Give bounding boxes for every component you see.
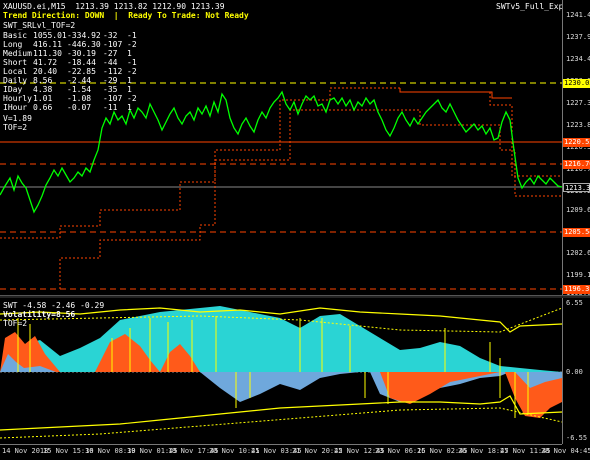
stats-row: Local 20.40 -22.85 -112 -2 [3,67,173,76]
stats-row: Hourly 1.01 -1.08 -107 -2 [3,94,173,103]
stats-cell-d: 1 [127,49,132,58]
stats-row: Medium 111.30 -30.19 -27 1 [3,49,173,58]
stats-cell-d: -1 [127,58,137,67]
stats-cell-b: -1.54 [67,85,92,94]
ready-label: Ready To Trade: [128,11,201,20]
trend-status-line: Trend Direction: DOWN | Ready To Trade: … [3,11,249,20]
stats-cell-b: -18.44 [67,58,96,67]
price-tick-label: 1199.15 [566,271,590,279]
stats-cell-name: Basic [3,31,28,40]
indicator-svg [0,306,563,439]
stats-cell-d: -1 [127,31,137,40]
stats-cell-a: 20.40 [33,67,58,76]
stats-cell-name: Daily [3,76,28,85]
price-level-tag: 1196.31 [563,285,590,294]
stats-cell-name: Local [3,67,28,76]
v-value: V=1.89 [3,114,32,123]
stats-cell-c: -29 [103,76,118,85]
mt4-chart-window: XAUUSD.ei,M15 1213.39 1213.82 1212.90 12… [0,0,590,459]
time-axis-label: 14 Nov 2018 [2,447,49,455]
indicator-title: SWT -4.58 -2.46 -0.29 [3,301,105,310]
stats-cell-c: -27 [103,49,118,58]
stats-cell-b: -0.07 [67,103,92,112]
stats-cell-d: 1 [127,85,132,94]
resistance-step-line [399,88,512,99]
stats-cell-d: -2 [127,40,137,49]
price-tick-label: 1209.60 [566,206,590,214]
stats-cell-d: 1 [127,103,132,112]
cyan-area [0,306,562,372]
volatility-label: Volatility=8.56 [3,310,76,319]
status-separator: | [113,11,119,20]
swt-indicator-panel[interactable]: SWT -4.58 -2.46 -0.29 Volatility=8.56 TO… [0,298,563,444]
stats-cell-c: -35 [103,85,118,94]
stats-cell-a: 41.72 [33,58,58,67]
lower-envelope [0,395,563,431]
stats-cell-a: 1.01 [33,94,53,103]
stats-cell-a: 416.11 [33,40,62,49]
price-tick-label: 1237.90 [566,33,590,41]
stats-cell-b: -30.19 [67,49,96,58]
symbol-info: XAUUSD.ei,M15 1213.39 1213.82 1212.90 12… [3,2,225,11]
stats-cell-name: IHour [3,103,28,112]
price-tick-label: 1202.65 [566,249,590,257]
stats-cell-c: -112 [103,67,123,76]
price-chart[interactable]: XAUUSD.ei,M15 1213.39 1213.82 1212.90 12… [0,0,573,295]
blue-area-2 [200,372,360,402]
indicator-name: SWT_SRLvl_TOF=2 [3,21,76,30]
price-tick-label: 1234.40 [566,55,590,63]
stats-cell-b: -2.44 [67,76,92,85]
stats-cell-name: Medium [3,49,32,58]
stats-row: IDay 4.38 -1.54 -35 1 [3,85,173,94]
stats-cell-b: -446.30 [67,40,101,49]
stats-cell-name: Short [3,58,28,67]
stats-row: IHour 0.66 -0.07 -11 1 [3,103,173,112]
tof-value: TOF=2 [3,123,28,132]
trend-value: DOWN [84,11,105,20]
indicator-axis-zero: 0.00 [566,368,583,376]
price-level-tag: 1216.70 [563,160,590,169]
ready-value: Not Ready [205,11,249,20]
stats-cell-c: -11 [103,103,118,112]
trend-label: Trend Direction: [3,11,81,20]
stats-cell-b: -22.85 [67,67,96,76]
time-axis-label: 28 Nov 04:45 [541,447,590,455]
price-level-tag: 1230.05 [563,79,590,88]
price-level-tag: 1205.54 [563,228,590,237]
stats-cell-d: -2 [127,94,137,103]
price-level-tag: 1220.55 [563,138,590,147]
stats-row: Long 416.11 -446.30 -107 -2 [3,40,173,49]
trailing-stop-lower [59,109,562,289]
stats-cell-b: -1.08 [67,94,92,103]
price-tick-label: 1227.35 [566,99,590,107]
stats-row: Short 41.72 -18.44 -44 -1 [3,58,173,67]
stats-cell-a: 111.30 [33,49,62,58]
stats-cell-b: -334.92 [67,31,101,40]
stats-cell-a: 0.66 [33,103,53,112]
stats-cell-name: Hourly [3,94,32,103]
stats-cell-c: -44 [103,58,118,67]
indicator-axis-top: 6.55 [566,299,583,307]
stats-cell-c: -107 [103,40,123,49]
stats-cell-c: -32 [103,31,118,40]
indicator-tof: TOF=2 [3,319,28,328]
stats-row: Daily 8.56 -2.44 -29 1 [3,76,173,85]
stats-cell-name: IDay [3,85,23,94]
stats-cell-c: -107 [103,94,123,103]
price-tick-label: 1241.40 [566,11,590,19]
expert-name: SWTv5_Full_Exp [496,2,564,11]
stats-row: Basic 1055.01 -334.92 -32 -1 [3,31,173,40]
stats-cell-a: 8.56 [33,76,53,85]
stats-cell-a: 4.38 [33,85,53,94]
stats-cell-a: 1055.01 [33,31,67,40]
lower-dotted-band [0,407,563,439]
price-tick-label: 1223.85 [566,121,590,129]
price-level-tag: 1213.39 [563,183,590,192]
stats-cell-name: Long [3,40,23,49]
indicator-axis-bottom: -6.55 [566,434,588,442]
stats-cell-d: -2 [127,67,137,76]
stats-cell-d: 1 [127,76,132,85]
